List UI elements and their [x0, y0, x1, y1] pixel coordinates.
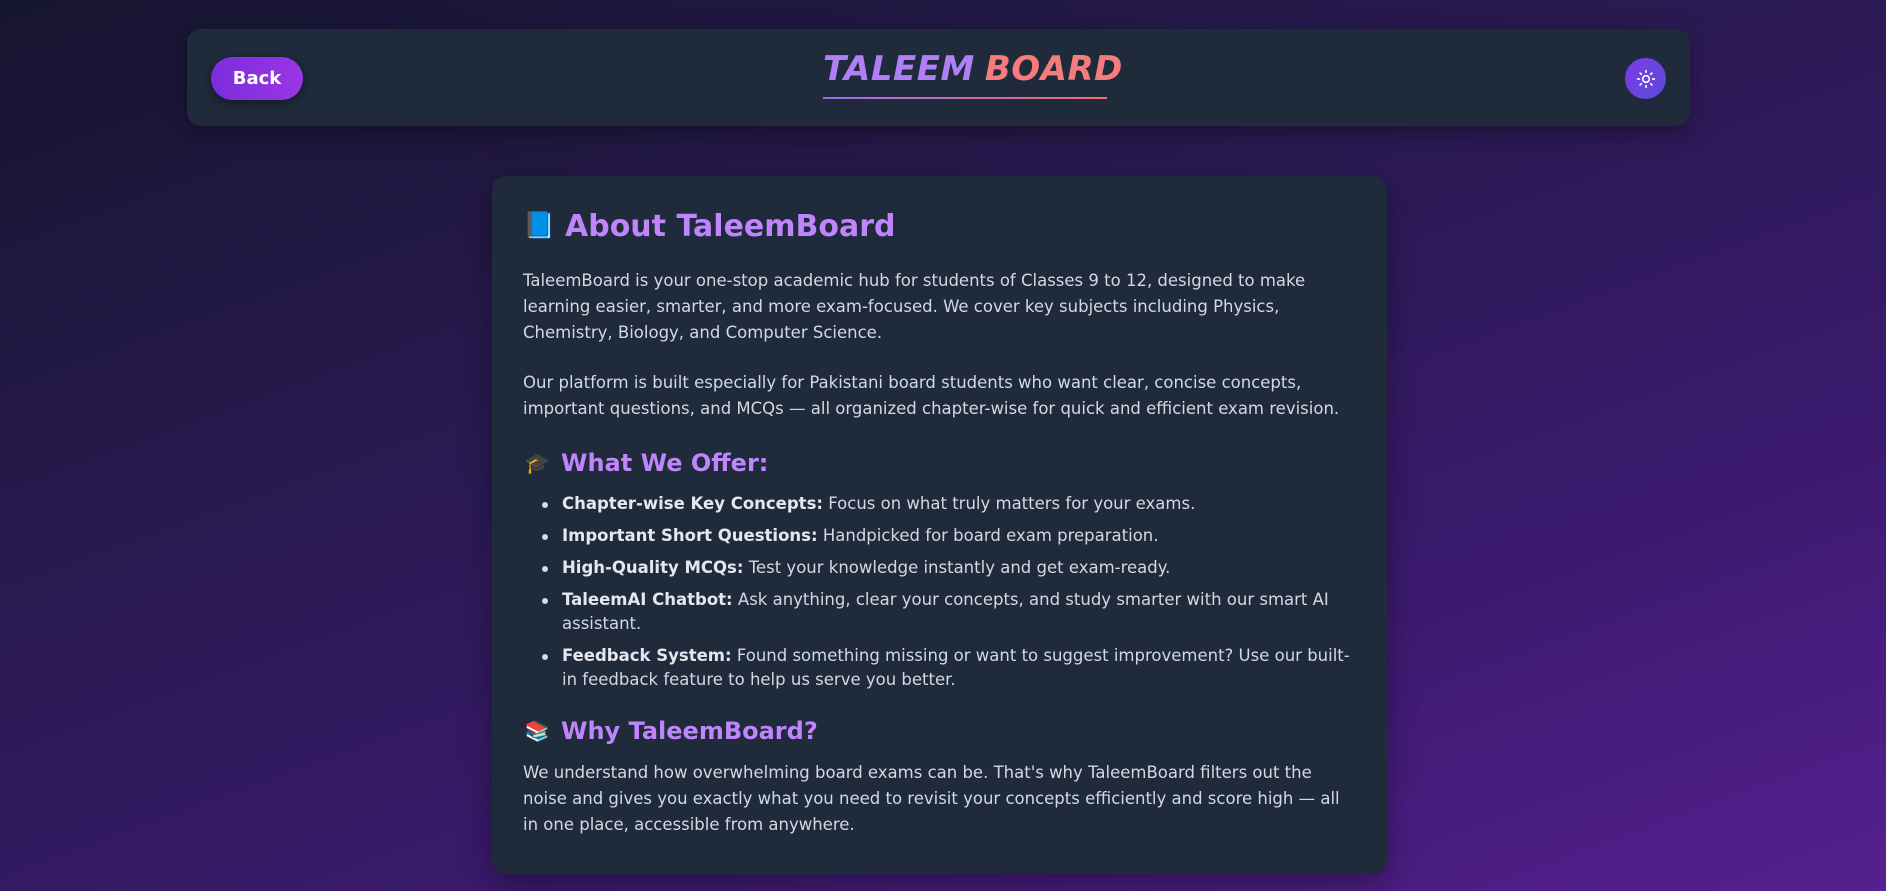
- offer-item-label: Feedback System:: [562, 646, 732, 665]
- about-paragraph-1: TaleemBoard is your one-stop academic hu…: [523, 271, 1306, 342]
- brand-word-taleem: TALEEM: [823, 49, 975, 89]
- offer-item-label: Important Short Questions:: [562, 526, 818, 545]
- offer-heading: 🎓 What We Offer:: [523, 446, 1356, 480]
- list-item: Important Short Questions: Handpicked fo…: [539, 524, 1356, 548]
- about-title: About TaleemBoard: [565, 208, 896, 244]
- book-icon: 📘: [523, 211, 556, 241]
- offer-item-text: Focus on what truly matters for your exa…: [823, 494, 1196, 513]
- offer-item-label: High-Quality MCQs:: [562, 558, 744, 577]
- list-item: TaleemAI Chatbot: Ask anything, clear yo…: [539, 588, 1356, 636]
- brand-underline: [823, 97, 1107, 99]
- brand-word-board: BOARD: [984, 49, 1123, 89]
- brand-logo[interactable]: TALEEM BOARD: [823, 49, 1123, 107]
- graduation-cap-icon: 🎓: [524, 451, 550, 475]
- offer-title: What We Offer:: [561, 449, 769, 477]
- why-paragraph: We understand how overwhelming board exa…: [523, 763, 1340, 834]
- theme-toggle-button[interactable]: [1625, 58, 1666, 99]
- back-button[interactable]: Back: [211, 57, 303, 100]
- offer-item-label: Chapter-wise Key Concepts:: [562, 494, 823, 513]
- offer-list: Chapter-wise Key Concepts: Focus on what…: [523, 492, 1356, 692]
- brand-wordmark: TALEEM BOARD: [823, 49, 1123, 89]
- list-item: High-Quality MCQs: Test your knowledge i…: [539, 556, 1356, 580]
- sun-icon: [1636, 69, 1655, 88]
- offer-item-text: Test your knowledge instantly and get ex…: [743, 558, 1171, 577]
- about-heading: 📘 About TaleemBoard: [523, 206, 1356, 246]
- books-icon: 📚: [524, 719, 550, 743]
- about-card: 📘 About TaleemBoard TaleemBoard is your …: [492, 176, 1387, 874]
- offer-item-text: Handpicked for board exam preparation.: [817, 526, 1159, 545]
- why-title: Why TaleemBoard?: [561, 717, 818, 745]
- about-paragraph-2: Our platform is built especially for Pak…: [523, 373, 1340, 418]
- top-header: Back TALEEM BOARD: [187, 29, 1690, 126]
- offer-item-label: TaleemAI Chatbot:: [562, 590, 733, 609]
- list-item: Chapter-wise Key Concepts: Focus on what…: [539, 492, 1356, 516]
- list-item: Feedback System: Found something missing…: [539, 644, 1356, 692]
- why-heading: 📚 Why TaleemBoard?: [523, 714, 1356, 748]
